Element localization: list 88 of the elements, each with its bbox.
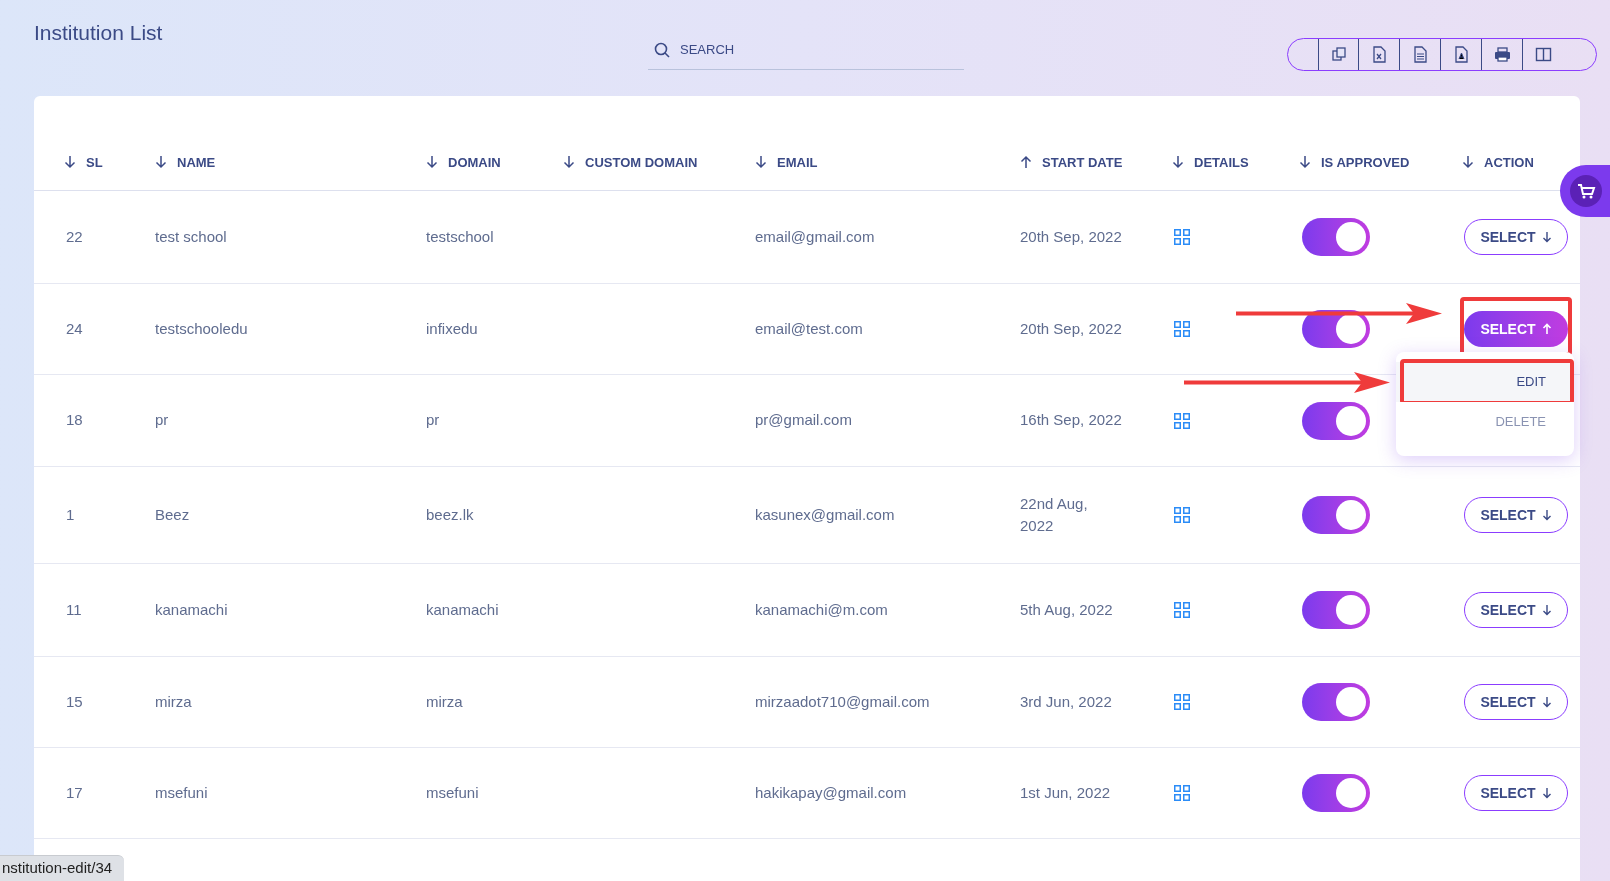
select-button[interactable]: SELECT xyxy=(1464,592,1568,628)
table-cell-text: mirzaadot710@gmail.com xyxy=(755,691,931,712)
table-cell-text: 24 xyxy=(66,318,83,339)
table-cell-text: mirza xyxy=(426,691,464,712)
column-header[interactable]: EMAIL xyxy=(755,152,818,172)
grid-icon xyxy=(1174,694,1190,710)
table-cell-text: pr@gmail.com xyxy=(755,410,853,431)
select-button[interactable]: SELECT xyxy=(1464,311,1568,347)
details-button[interactable] xyxy=(1174,602,1190,618)
grid-icon xyxy=(1174,602,1190,618)
arrow-down-icon xyxy=(1541,696,1552,708)
table-cell-text: 1 xyxy=(66,504,75,525)
table-cell-text: 5th Aug, 2022 xyxy=(1020,599,1114,620)
table-cell-text: beez.lk xyxy=(426,504,475,525)
arrow-down-icon xyxy=(1541,604,1552,616)
table-cell-text: test school xyxy=(155,226,228,247)
arrow-down-icon xyxy=(1541,231,1552,243)
table-cell-text: testschooledu xyxy=(155,318,249,339)
table-cell-text: 15 xyxy=(66,691,83,712)
select-button[interactable]: SELECT xyxy=(1464,497,1568,533)
table-cell-text: 22nd Aug, 2022 xyxy=(1020,493,1089,536)
approval-toggle[interactable] xyxy=(1302,218,1370,256)
details-button[interactable] xyxy=(1174,412,1190,429)
table-cell-text: kasunex@gmail.com xyxy=(755,504,896,525)
table-cell-text: kanamachi xyxy=(426,599,500,620)
table-cell-text: testschool xyxy=(426,226,495,247)
columns-icon xyxy=(1535,46,1552,63)
print-icon xyxy=(1493,46,1511,63)
table-cell-text: 11 xyxy=(66,599,82,620)
table-cell-text: hakikapay@gmail.com xyxy=(755,782,908,803)
column-header[interactable]: DETAILS xyxy=(1172,152,1249,172)
status-url: nstitution-edit/34 xyxy=(0,855,125,881)
table-cell-text: email@gmail.com xyxy=(755,226,876,247)
cart-icon xyxy=(1570,175,1602,207)
table-cell-text: msefuni xyxy=(155,782,209,803)
details-button[interactable] xyxy=(1174,321,1190,337)
details-button[interactable] xyxy=(1174,785,1190,801)
table-cell-text: Beez xyxy=(155,504,191,525)
select-button[interactable]: SELECT xyxy=(1464,684,1568,720)
table-cell-text: 16th Sep, 2022 xyxy=(1020,410,1123,431)
table-cell-text: 17 xyxy=(66,782,83,803)
table-cell-text: msefuni xyxy=(426,782,480,803)
table-cell-text: 1st Jun, 2022 xyxy=(1020,782,1112,803)
grid-icon xyxy=(1174,412,1190,429)
approval-toggle[interactable] xyxy=(1302,496,1370,534)
table-cell-text: email@test.com xyxy=(755,318,864,339)
table-cell-text: 22 xyxy=(66,226,83,247)
table-cell-text: pr xyxy=(155,410,170,431)
column-header[interactable]: CUSTOM DOMAIN xyxy=(563,152,698,172)
toolbar-button[interactable] xyxy=(1318,39,1359,70)
table-cell-text: infixedu xyxy=(426,318,479,339)
pdf-icon xyxy=(1452,46,1470,63)
column-header[interactable]: ACTION xyxy=(1462,152,1534,172)
copy-icon xyxy=(1330,46,1347,63)
spreadsheet-icon xyxy=(1370,46,1388,63)
search-field[interactable]: SEARCH xyxy=(648,30,964,70)
approval-toggle[interactable] xyxy=(1302,774,1370,812)
table-cell-text: 20th Sep, 2022 xyxy=(1020,226,1123,247)
grid-icon xyxy=(1174,507,1190,523)
page-title: Institution List xyxy=(34,20,163,46)
document-icon xyxy=(1411,46,1429,63)
select-button[interactable]: SELECT xyxy=(1464,775,1568,811)
table-cell-text: kanamachi@m.com xyxy=(755,599,889,620)
table-cell-text: 20th Sep, 2022 xyxy=(1020,318,1123,339)
grid-icon xyxy=(1174,321,1190,337)
table-cell-text: 18 xyxy=(66,410,83,431)
select-button[interactable]: SELECT xyxy=(1464,219,1568,255)
column-header[interactable]: NAME xyxy=(155,152,216,172)
table-cell-text: kanamachi xyxy=(155,599,229,620)
column-header[interactable]: START DATE xyxy=(1020,152,1123,172)
column-header[interactable]: DOMAIN xyxy=(426,152,501,172)
details-button[interactable] xyxy=(1174,229,1190,245)
search-icon xyxy=(654,42,670,58)
table-cell-text: mirza xyxy=(155,691,193,712)
arrow-up-icon xyxy=(1541,323,1552,335)
arrow-down-icon xyxy=(1541,509,1552,521)
table-cell-text: pr xyxy=(426,410,441,431)
table-cell-text: 3rd Jun, 2022 xyxy=(1020,691,1113,712)
column-header[interactable]: IS APPROVED xyxy=(1299,152,1410,172)
column-header[interactable]: SL xyxy=(64,152,103,172)
arrow-down-icon xyxy=(1541,787,1552,799)
details-button[interactable] xyxy=(1174,694,1190,710)
approval-toggle[interactable] xyxy=(1302,683,1370,721)
grid-icon xyxy=(1174,229,1190,245)
approval-toggle[interactable] xyxy=(1302,591,1370,629)
grid-icon xyxy=(1174,785,1190,801)
approval-toggle[interactable] xyxy=(1302,401,1370,440)
details-button[interactable] xyxy=(1174,507,1190,523)
